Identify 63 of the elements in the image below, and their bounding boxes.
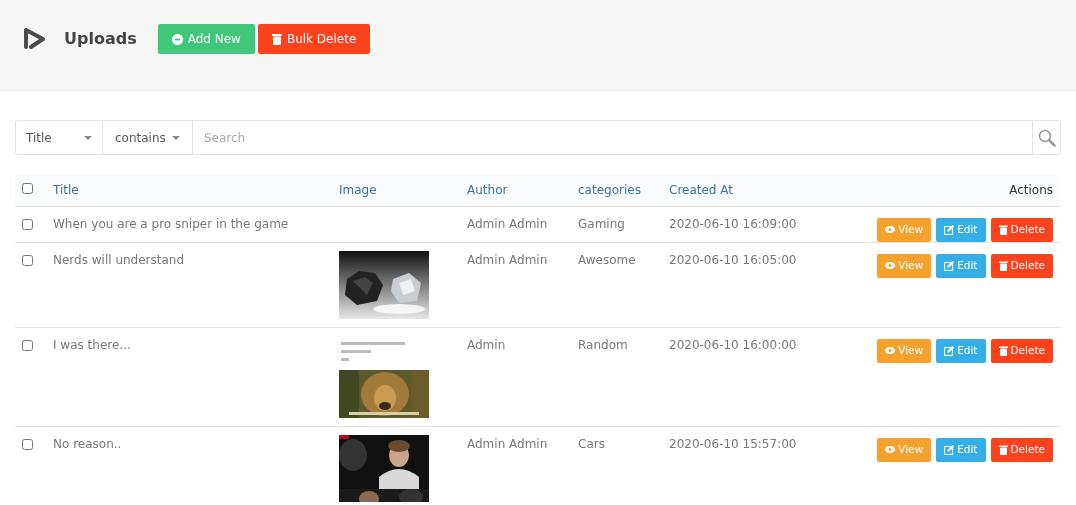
checkbox[interactable] bbox=[22, 438, 33, 450]
checkbox[interactable] bbox=[22, 183, 33, 195]
delete-button[interactable]: Delete bbox=[990, 437, 1053, 462]
title-cell: No reason.. bbox=[53, 436, 122, 451]
view-button[interactable]: View bbox=[877, 217, 932, 242]
delete-button[interactable]: Delete bbox=[990, 217, 1053, 242]
minus-circle-icon bbox=[171, 33, 183, 45]
checkbox[interactable] bbox=[22, 254, 33, 266]
bulk-delete-button[interactable]: Bulk Delete bbox=[257, 24, 371, 54]
category-cell: Gaming bbox=[578, 216, 625, 231]
search-icon bbox=[1037, 128, 1056, 147]
add-new-button[interactable]: Add New bbox=[157, 24, 255, 54]
title-cell: When you are a pro sniper in the game bbox=[53, 216, 289, 231]
edit-button[interactable]: Edit bbox=[936, 437, 986, 462]
edit-button[interactable]: Edit bbox=[936, 217, 986, 242]
column-header: Actions bbox=[1009, 183, 1053, 198]
search-button[interactable] bbox=[1032, 120, 1061, 155]
view-button[interactable]: View bbox=[877, 437, 932, 462]
view-button[interactable]: View bbox=[877, 253, 932, 278]
checkbox[interactable] bbox=[22, 218, 33, 230]
edit-icon bbox=[944, 345, 955, 356]
edit-button[interactable]: Edit bbox=[936, 338, 986, 363]
author-cell: Admin Admin bbox=[467, 216, 548, 231]
trash-icon bbox=[271, 33, 282, 45]
view-button[interactable]: View bbox=[877, 338, 932, 363]
title-cell: Nerds will understand bbox=[53, 252, 185, 267]
category-cell: Awesome bbox=[578, 252, 636, 267]
eye-icon bbox=[885, 262, 896, 269]
caret-icon bbox=[172, 135, 180, 140]
trash-icon bbox=[998, 260, 1008, 271]
date-cell: 2020-06-10 16:05:00 bbox=[669, 252, 797, 267]
page-title: Uploads bbox=[64, 28, 137, 50]
column-header[interactable]: Created At bbox=[669, 183, 733, 198]
eye-icon bbox=[885, 226, 896, 233]
search-field[interactable]: Search bbox=[193, 120, 1032, 155]
column-header[interactable]: Author bbox=[467, 183, 508, 198]
delete-button[interactable]: Delete bbox=[990, 338, 1053, 363]
eye-icon bbox=[885, 347, 896, 354]
edit-icon bbox=[944, 444, 955, 455]
trash-icon bbox=[998, 345, 1008, 356]
date-cell: 2020-06-10 16:00:00 bbox=[669, 337, 797, 352]
trash-icon bbox=[998, 444, 1008, 455]
author-cell: Admin bbox=[467, 337, 506, 352]
checkbox[interactable] bbox=[22, 339, 33, 351]
edit-icon bbox=[944, 224, 955, 235]
field-select[interactable]: Title bbox=[15, 120, 103, 155]
date-cell: 2020-06-10 15:57:00 bbox=[669, 436, 797, 451]
trash-icon bbox=[998, 224, 1008, 235]
column-header[interactable]: Image bbox=[339, 183, 377, 198]
column-header[interactable]: categories bbox=[578, 183, 641, 198]
title-cell: I was there... bbox=[53, 337, 131, 352]
category-cell: Cars bbox=[578, 436, 605, 451]
column-header[interactable]: Title bbox=[53, 183, 79, 198]
eye-icon bbox=[885, 446, 896, 453]
logo-icon bbox=[22, 26, 48, 52]
author-cell: Admin Admin bbox=[467, 436, 548, 451]
edit-icon bbox=[944, 260, 955, 271]
delete-button[interactable]: Delete bbox=[990, 253, 1053, 278]
date-cell: 2020-06-10 16:09:00 bbox=[669, 216, 797, 231]
category-cell: Random bbox=[578, 337, 628, 352]
author-cell: Admin Admin bbox=[467, 252, 548, 267]
caret-icon bbox=[84, 135, 92, 140]
edit-button[interactable]: Edit bbox=[936, 253, 986, 278]
